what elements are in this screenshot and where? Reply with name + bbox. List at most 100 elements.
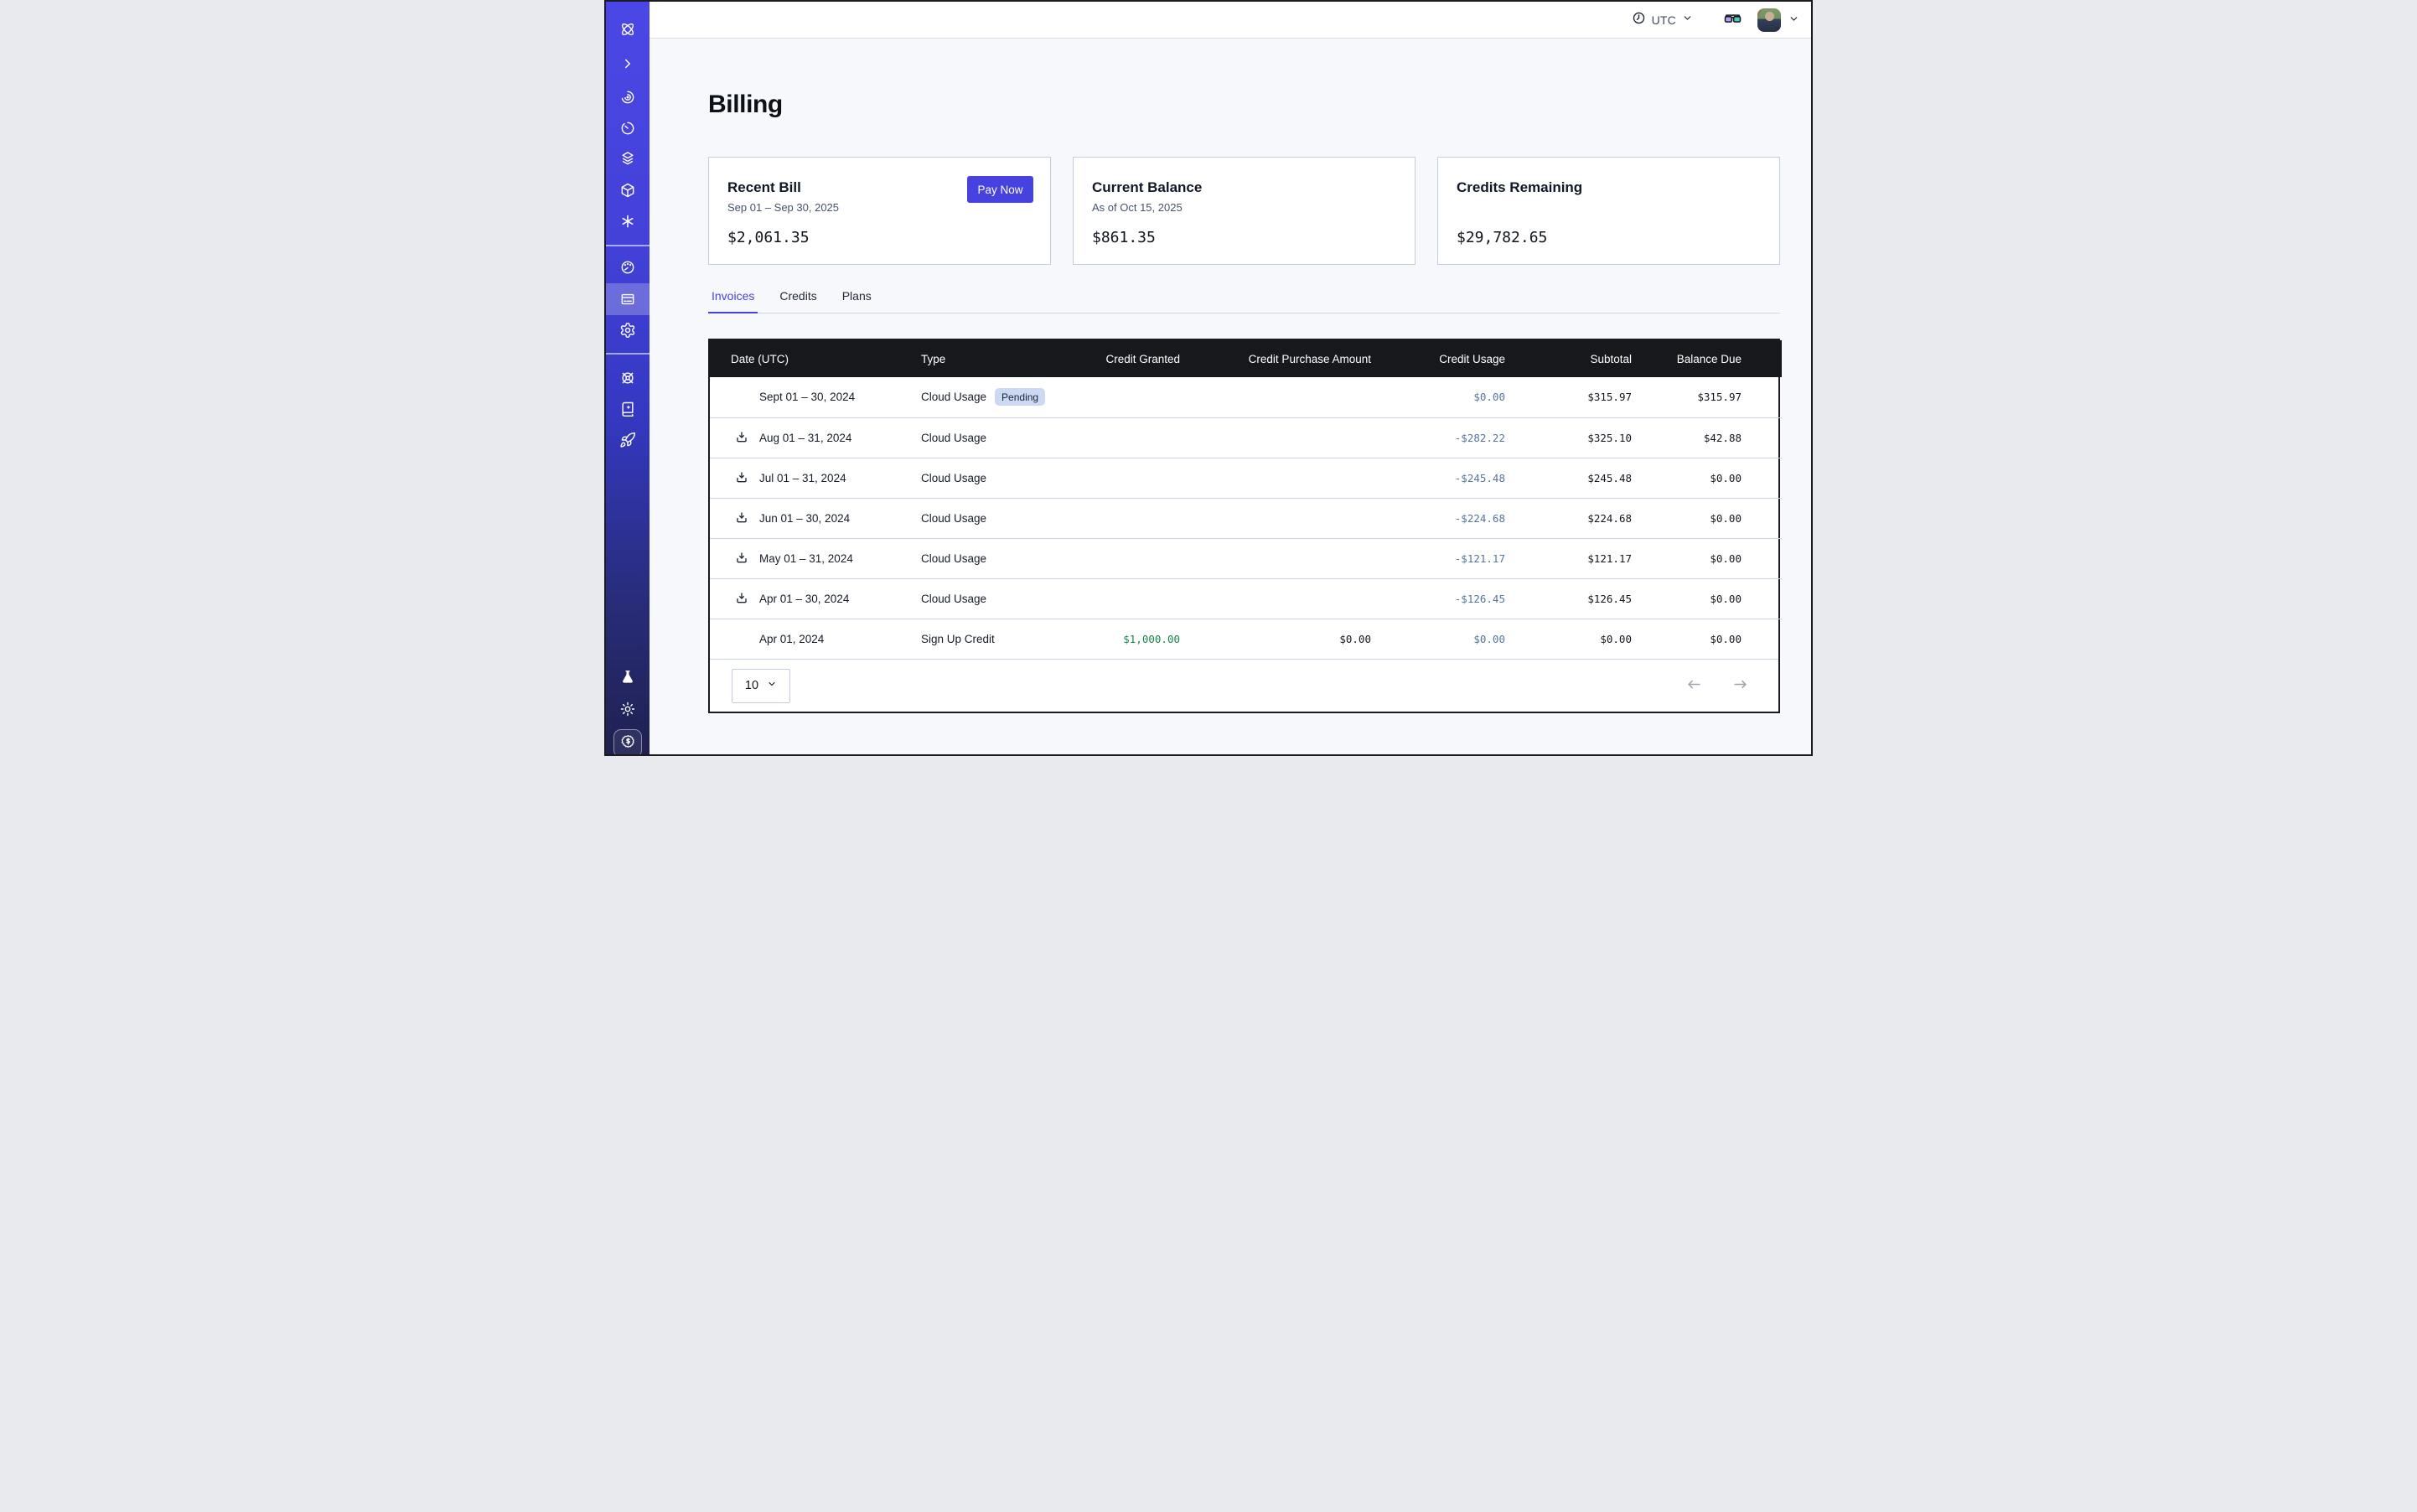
sidebar-item-credits[interactable] [613, 729, 642, 756]
user-avatar[interactable] [1757, 8, 1781, 32]
download-invoice-icon[interactable] [735, 431, 748, 444]
docs-book-icon [619, 401, 636, 417]
download-invoice-icon[interactable] [735, 471, 748, 484]
invoice-type: Cloud Usage [921, 432, 986, 444]
sidebar-item-logo[interactable] [606, 17, 650, 42]
sidebar-item-settings[interactable] [606, 318, 650, 343]
credit-granted-value [1070, 578, 1180, 619]
billing-card-icon [619, 291, 636, 308]
sidebar-item-packages[interactable] [606, 178, 650, 203]
balance-due-value: $0.00 [1632, 538, 1782, 578]
summary-cards: Recent Bill Sep 01 – Sep 30, 2025 $2,061… [708, 157, 1780, 265]
sidebar-item-theme[interactable] [606, 696, 650, 722]
column-header: Subtotal [1505, 340, 1632, 377]
sidebar-item-history[interactable] [606, 116, 650, 141]
arrow-left-icon [1686, 676, 1702, 695]
download-invoice-icon[interactable] [735, 511, 748, 525]
invoice-date: Jul 01 – 31, 2024 [759, 472, 846, 484]
tab-plans[interactable]: Plans [839, 289, 875, 313]
column-header: Date (UTC) [710, 340, 921, 377]
credit-purchase-value: $0.00 [1180, 619, 1371, 659]
credit-purchase-value [1180, 417, 1371, 458]
next-page-button[interactable] [1732, 676, 1748, 695]
subtotal-value: $0.00 [1505, 619, 1632, 659]
table-row[interactable]: Apr 01 – 30, 2024 Cloud Usage -$126.45 $… [710, 578, 1782, 619]
table-row[interactable]: Jun 01 – 30, 2024 Cloud Usage -$224.68 $… [710, 498, 1782, 538]
table-row[interactable]: Apr 01, 2024 Sign Up Credit $1,000.00 $0… [710, 619, 1782, 659]
balance-due-value: $0.00 [1632, 498, 1782, 538]
account-menu-button[interactable] [1788, 13, 1799, 27]
sidebar-item-billing[interactable] [606, 283, 650, 315]
invoices-table: Date (UTC)TypeCredit GrantedCredit Purch… [708, 339, 1780, 713]
subtotal-value: $121.17 [1505, 538, 1632, 578]
chevron-down-icon [1682, 13, 1693, 28]
sidebar-item-expand[interactable] [606, 51, 650, 76]
table-row[interactable]: May 01 – 31, 2024 Cloud Usage -$121.17 $… [710, 538, 1782, 578]
credit-granted-value [1070, 458, 1180, 498]
table-row[interactable]: Sept 01 – 30, 2024 Cloud Usage Pending $… [710, 377, 1782, 417]
table-row[interactable]: Aug 01 – 31, 2024 Cloud Usage -$282.22 $… [710, 417, 1782, 458]
sidebar [606, 2, 650, 754]
app-window: UTC [604, 0, 1813, 756]
invoice-date: Jun 01 – 30, 2024 [759, 512, 850, 525]
invoice-date: Aug 01 – 31, 2024 [759, 432, 851, 444]
arrow-right-icon [1732, 676, 1748, 695]
chevron-right-icon [620, 56, 635, 71]
sidebar-item-getting-started[interactable] [606, 427, 650, 453]
history-clock-icon [619, 120, 636, 137]
gauge-icon [619, 259, 636, 276]
page-title: Billing [708, 91, 1811, 119]
invoice-type: Sign Up Credit [921, 633, 995, 645]
sidebar-item-usage[interactable] [606, 255, 650, 280]
tab-credits[interactable]: Credits [776, 289, 820, 313]
credit-purchase-value [1180, 498, 1371, 538]
sidebar-item-labs[interactable] [606, 665, 650, 690]
credit-granted-value [1070, 377, 1180, 417]
balance-due-value: $0.00 [1632, 619, 1782, 659]
table-row[interactable]: Jul 01 – 31, 2024 Cloud Usage -$245.48 $… [710, 458, 1782, 498]
tab-invoices[interactable]: Invoices [708, 289, 758, 313]
sidebar-item-monitor[interactable] [606, 85, 650, 110]
spiral-icon [619, 89, 636, 106]
download-invoice-icon[interactable] [735, 551, 748, 565]
topbar: UTC [650, 2, 1811, 39]
reader-mode-button[interactable] [1723, 9, 1742, 31]
sidebar-item-functions[interactable] [606, 209, 650, 234]
subtotal-value: $315.97 [1505, 377, 1632, 417]
helm-wheel-icon [619, 370, 636, 386]
credit-purchase-value [1180, 458, 1371, 498]
invoice-type: Cloud Usage [921, 593, 986, 605]
previous-page-button[interactable] [1686, 676, 1702, 695]
chevron-down-icon [1788, 13, 1799, 27]
credit-usage-value: -$282.22 [1371, 417, 1505, 458]
invoice-type: Cloud Usage [921, 391, 986, 403]
sidebar-item-support[interactable] [606, 365, 650, 391]
card-title: Current Balance [1092, 179, 1398, 196]
balance-due-value: $42.88 [1632, 417, 1782, 458]
column-header: Type [921, 340, 1070, 377]
sun-icon [619, 701, 636, 717]
card-title: Credits Remaining [1457, 179, 1762, 196]
main-content: Billing Recent Bill Sep 01 – Sep 30, 202… [650, 39, 1811, 754]
download-invoice-icon[interactable] [735, 592, 748, 605]
subtotal-value: $325.10 [1505, 417, 1632, 458]
timezone-label: UTC [1652, 13, 1676, 27]
gear-icon [619, 322, 636, 339]
flask-icon [619, 669, 636, 686]
credit-purchase-value [1180, 377, 1371, 417]
invoice-type: Cloud Usage [921, 472, 986, 484]
card-subtitle [1457, 201, 1762, 215]
layers-icon [619, 150, 636, 167]
current-balance-card: Current Balance As of Oct 15, 2025 $861.… [1073, 157, 1416, 265]
page-size-select[interactable]: 10 [732, 669, 790, 703]
sidebar-item-layers[interactable] [606, 146, 650, 171]
credits-remaining-amount: $29,782.65 [1457, 229, 1762, 246]
balance-due-value: $0.00 [1632, 578, 1782, 619]
sidebar-item-docs[interactable] [606, 396, 650, 422]
timezone-selector[interactable]: UTC [1632, 11, 1693, 29]
table-head-row: Date (UTC)TypeCredit GrantedCredit Purch… [710, 340, 1782, 377]
column-header: Balance Due [1632, 340, 1782, 377]
pay-now-button[interactable]: Pay Now [967, 176, 1033, 203]
column-header: Credit Usage [1371, 340, 1505, 377]
credits-remaining-card: Credits Remaining $29,782.65 [1437, 157, 1780, 265]
